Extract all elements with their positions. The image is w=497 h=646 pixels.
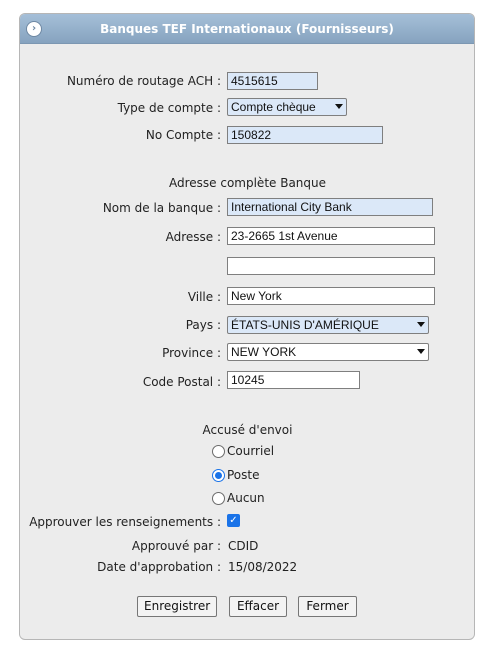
title-bar: › Banques TEF Internationaux (Fournisseu… <box>20 14 474 44</box>
clear-button[interactable]: Effacer <box>229 596 287 617</box>
chevron-down-icon <box>417 349 425 354</box>
postal-code-input[interactable]: 10245 <box>227 371 360 389</box>
account-type-select[interactable]: Compte chèque <box>227 98 347 116</box>
approved-by-value: CDID <box>228 539 259 553</box>
country-value: ÉTATS-UNIS D'AMÉRIQUE <box>231 318 379 332</box>
chevron-down-icon <box>417 322 425 327</box>
save-button[interactable]: Enregistrer <box>137 596 217 617</box>
province-value: NEW YORK <box>231 345 297 359</box>
page-title: Banques TEF Internationaux (Fournisseurs… <box>100 22 394 36</box>
radio-aucun-label: Aucun <box>227 491 265 505</box>
bank-name-input[interactable]: International City Bank <box>227 198 433 216</box>
city-input[interactable]: New York <box>227 287 435 305</box>
address-line1-input[interactable]: 23-2665 1st Avenue <box>227 227 435 245</box>
province-select[interactable]: NEW YORK <box>227 343 429 361</box>
postal-code-label: Code Postal : <box>142 375 221 389</box>
approved-by-label: Approuvé par : <box>131 539 221 553</box>
province-label: Province : <box>162 346 221 360</box>
delivery-heading: Accusé d'envoi <box>202 423 293 437</box>
routing-number-input[interactable]: 4515615 <box>227 72 318 90</box>
radio-courriel-label: Courriel <box>227 444 275 458</box>
country-label: Pays : <box>185 318 221 332</box>
country-select[interactable]: ÉTATS-UNIS D'AMÉRIQUE <box>227 316 429 334</box>
approval-date-label: Date d'approbation : <box>97 560 221 574</box>
radio-poste-control[interactable] <box>212 469 225 482</box>
radio-aucun-control[interactable] <box>212 492 225 505</box>
close-button[interactable]: Fermer <box>298 596 357 617</box>
bank-name-label: Nom de la banque : <box>102 201 221 215</box>
address-label: Adresse : <box>165 230 221 244</box>
approve-label: Approuver les renseignements : <box>29 515 221 529</box>
chevron-down-icon <box>335 104 343 109</box>
city-label: Ville : <box>187 290 221 304</box>
account-number-input[interactable]: 150822 <box>227 126 383 144</box>
account-number-label: No Compte : <box>145 128 221 142</box>
radio-courriel-control[interactable] <box>212 445 225 458</box>
account-type-value: Compte chèque <box>231 100 316 114</box>
approve-checkbox[interactable]: ✓ <box>227 514 240 527</box>
radio-poste-label: Poste <box>227 468 260 482</box>
bank-address-heading: Adresse complète Banque <box>168 176 327 190</box>
approval-date-value: 15/08/2022 <box>228 560 298 574</box>
routing-label: Numéro de routage ACH : <box>66 74 221 88</box>
address-line2-input[interactable] <box>227 257 435 275</box>
account-type-label: Type de compte : <box>117 101 221 115</box>
